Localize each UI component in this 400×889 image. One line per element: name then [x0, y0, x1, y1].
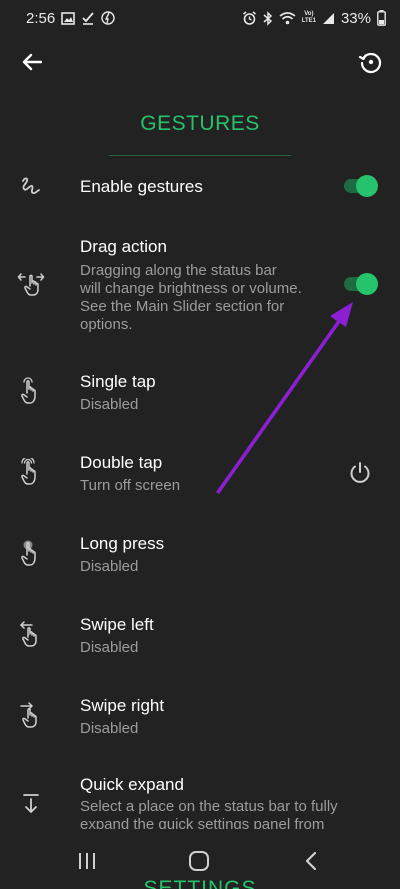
toggle-thumb [356, 273, 378, 295]
row-title: Long press [80, 534, 165, 553]
power-icon [347, 460, 373, 486]
title-divider [109, 155, 291, 156]
status-time: 2:56 [26, 9, 56, 27]
list-item-double-tap[interactable]: Double tap Turn off screen [0, 447, 400, 507]
gesture-squiggle-icon [16, 171, 46, 201]
list-item-long-press[interactable]: Long press Disabled [0, 528, 400, 588]
restore-icon[interactable] [356, 47, 386, 77]
wifi-icon [279, 11, 296, 25]
toggle-thumb [356, 175, 378, 197]
drag-gesture-icon [16, 269, 46, 299]
battery-percent: 33% [340, 9, 371, 27]
swipe-left-icon [16, 619, 46, 649]
back-icon[interactable] [291, 841, 331, 881]
row-title: Double tap [80, 453, 163, 472]
row-title: Single tap [80, 372, 156, 391]
row-title: Enable gestures [80, 177, 203, 196]
row-subtitle: Disabled [80, 639, 139, 656]
page-title: GESTURES [140, 112, 260, 135]
list-item-enable-gestures[interactable]: Enable gestures [0, 165, 400, 211]
list-item-single-tap[interactable]: Single tap Disabled [0, 366, 400, 426]
row-subtitle-line-4: options. [80, 316, 133, 333]
back-arrow-icon[interactable] [18, 48, 46, 76]
lte-signal-icon: Vo) LTE1 [302, 11, 316, 25]
list-item-quick-expand[interactable]: Quick expand Select a place on the statu… [0, 771, 400, 833]
drag-action-toggle[interactable] [340, 271, 378, 297]
row-subtitle-line-2: will change brightness or volume. [80, 280, 302, 297]
row-subtitle-line-3: See the Main Slider section for [80, 298, 285, 315]
network-label-bottom: LTE1 [301, 18, 316, 24]
home-icon[interactable] [179, 841, 219, 881]
activity-icon [101, 11, 115, 25]
row-title: Drag action [80, 237, 167, 256]
alarm-icon [242, 10, 257, 26]
status-left: 2:56 [26, 10, 115, 27]
recents-icon[interactable] [67, 841, 107, 881]
app-bar [0, 36, 400, 86]
row-subtitle: Disabled [80, 720, 139, 737]
bluetooth-icon [263, 10, 273, 26]
row-title: Swipe left [80, 615, 154, 634]
row-title: Swipe right [80, 696, 165, 715]
check-download-icon [81, 11, 95, 25]
row-title: Quick expand [80, 775, 184, 794]
row-subtitle: Disabled [80, 396, 139, 413]
enable-gestures-toggle[interactable] [340, 173, 378, 199]
list-item-swipe-right[interactable]: Swipe right Disabled [0, 690, 400, 750]
gallery-icon [61, 11, 76, 25]
row-subtitle: Turn off screen [80, 477, 181, 494]
battery-icon [377, 10, 386, 26]
status-right: Vo) LTE1 33% [242, 10, 386, 27]
row-subtitle-line-1: Select a place on the status bar to full… [80, 798, 338, 815]
list-item-drag-action[interactable]: Drag action Dragging along the status ba… [0, 233, 400, 338]
signal-bars-icon [322, 12, 335, 25]
double-tap-icon [16, 457, 46, 487]
single-tap-icon [16, 376, 46, 406]
long-press-icon [16, 538, 46, 568]
list-item-swipe-left[interactable]: Swipe left Disabled [0, 609, 400, 669]
status-bar: 2:56 Vo) LTE1 33% [0, 0, 400, 36]
quick-expand-icon [16, 789, 46, 819]
row-subtitle: Disabled [80, 558, 139, 575]
network-label-top: Vo) [304, 11, 314, 17]
swipe-right-icon [16, 700, 46, 730]
navigation-bar: SETTINGS [0, 829, 400, 889]
row-subtitle-line-1: Dragging along the status bar [80, 262, 277, 279]
